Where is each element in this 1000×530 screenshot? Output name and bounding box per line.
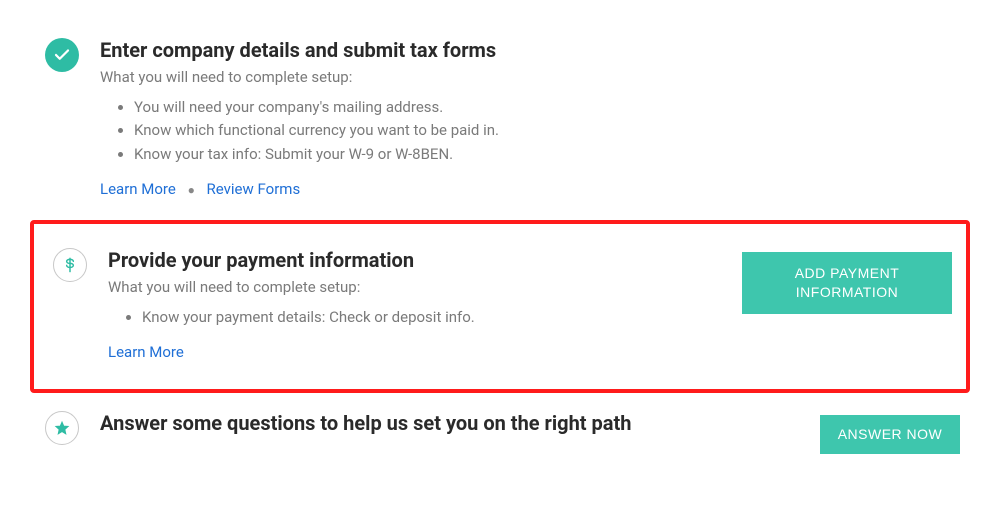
- step-icon-col: [48, 248, 92, 282]
- add-payment-information-button[interactable]: ADD PAYMENT INFORMATION: [742, 252, 952, 314]
- step-icon-col: [40, 38, 84, 72]
- step-subtitle: What you will need to complete setup:: [100, 68, 750, 86]
- checkmark-icon: [45, 38, 79, 72]
- step-content: Enter company details and submit tax for…: [84, 38, 750, 198]
- step-action-col: ANSWER NOW: [750, 411, 960, 454]
- step-action-col: [750, 38, 960, 42]
- list-item: Know your payment details: Check or depo…: [142, 306, 742, 329]
- link-row: Learn More ● Review Forms: [100, 180, 750, 198]
- step-company-details: Enter company details and submit tax for…: [30, 20, 970, 220]
- learn-more-link[interactable]: Learn More: [100, 180, 176, 198]
- step-subtitle: What you will need to complete setup:: [108, 278, 742, 296]
- answer-now-button[interactable]: ANSWER NOW: [820, 415, 960, 454]
- star-icon: [45, 411, 79, 445]
- step-action-col: ADD PAYMENT INFORMATION: [742, 248, 952, 314]
- review-forms-link[interactable]: Review Forms: [207, 180, 301, 198]
- list-item: Know which functional currency you want …: [134, 119, 750, 142]
- requirements-list: Know your payment details: Check or depo…: [108, 306, 742, 329]
- list-item: Know your tax info: Submit your W-9 or W…: [134, 143, 750, 166]
- link-row: Learn More: [108, 343, 742, 361]
- step-title: Answer some questions to help us set you…: [100, 411, 750, 435]
- learn-more-link[interactable]: Learn More: [108, 343, 184, 361]
- step-content: Answer some questions to help us set you…: [84, 411, 750, 441]
- link-separator: ●: [188, 183, 195, 197]
- step-icon-col: [40, 411, 84, 445]
- step-content: Provide your payment information What yo…: [92, 248, 742, 361]
- requirements-list: You will need your company's mailing add…: [100, 96, 750, 166]
- list-item: You will need your company's mailing add…: [134, 96, 750, 119]
- step-title: Provide your payment information: [108, 248, 742, 272]
- step-payment-info: Provide your payment information What yo…: [38, 230, 962, 383]
- step-title: Enter company details and submit tax for…: [100, 38, 750, 62]
- highlighted-step-box: Provide your payment information What yo…: [30, 220, 970, 393]
- step-answer-questions: Answer some questions to help us set you…: [30, 393, 970, 476]
- dollar-icon: [53, 248, 87, 282]
